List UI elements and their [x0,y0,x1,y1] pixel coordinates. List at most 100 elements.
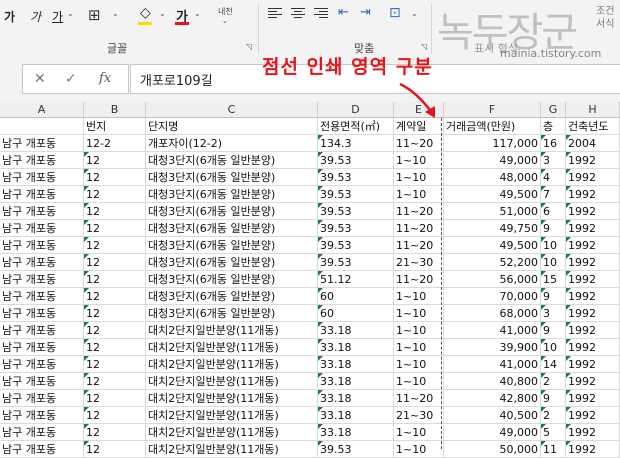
table-cell[interactable]: 2 [541,373,566,390]
table-cell[interactable]: 41,000 [444,356,541,373]
worksheet[interactable]: A B C D E F G H 번지 단지명 전용면적(㎡) 계약일 거래금액(만원) 층 건축년도 남구 개… [0,102,620,458]
table-cell[interactable]: 11~20 [394,135,444,152]
table-cell[interactable]: 1~10 [394,424,444,441]
table-cell[interactable]: 1992 [566,356,620,373]
table-cell[interactable]: 39.53 [318,220,394,237]
table-cell[interactable]: 3 [541,305,566,322]
table-cell[interactable]: 49,500 [444,186,541,203]
table-cell[interactable]: 39.53 [318,203,394,220]
table-cell[interactable]: 대치2단지일반분양(11개동) [146,424,318,441]
table-cell[interactable]: 14 [541,356,566,373]
table-cell[interactable]: 대청3단지(6개동 일반분양) [146,254,318,271]
table-cell[interactable]: 48,000 [444,169,541,186]
table-cell[interactable]: 1992 [566,220,620,237]
table-cell[interactable]: 70,000 [444,288,541,305]
table-cell[interactable]: 1~10 [394,441,444,458]
table-cell[interactable]: 남구 개포동 [0,407,84,424]
table-cell[interactable]: 33.18 [318,373,394,390]
chevron-down-icon[interactable]: ⌄ [112,9,119,18]
table-cell[interactable]: 10 [541,237,566,254]
conditional-format-label-2[interactable]: 서식 [596,15,614,30]
fx-button[interactable]: fx [99,71,111,86]
table-cell[interactable]: 33.18 [318,339,394,356]
align-right-icon[interactable] [314,8,328,20]
table-cell[interactable]: 41,000 [444,322,541,339]
table-header-cell[interactable] [0,118,84,135]
table-cell[interactable]: 49,000 [444,424,541,441]
table-cell[interactable]: 12 [84,322,146,339]
table-cell[interactable]: 60 [318,305,394,322]
table-cell[interactable]: 39,900 [444,339,541,356]
bold-button[interactable]: 가 [4,8,15,25]
table-cell[interactable]: 1992 [566,254,620,271]
table-cell[interactable]: 16 [541,135,566,152]
table-cell[interactable]: 1992 [566,339,620,356]
decrease-indent-icon[interactable]: ⇤ [338,5,349,20]
table-cell[interactable]: 2004 [566,135,620,152]
table-cell[interactable]: 12 [84,186,146,203]
fill-color-icon[interactable]: ◇ [140,5,151,21]
table-cell[interactable]: 남구 개포동 [0,220,84,237]
table-cell[interactable]: 12 [84,237,146,254]
table-cell[interactable]: 11~20 [394,203,444,220]
table-cell[interactable]: 1992 [566,424,620,441]
table-cell[interactable]: 1992 [566,441,620,458]
table-cell[interactable]: 남구 개포동 [0,169,84,186]
table-cell[interactable]: 12 [84,356,146,373]
table-cell[interactable]: 대청3단지(6개동 일반분양) [146,288,318,305]
table-cell[interactable]: 10 [541,339,566,356]
table-cell[interactable]: 2 [541,407,566,424]
table-cell[interactable]: 대치2단지일반분양(11개동) [146,407,318,424]
column-header-h[interactable]: H [566,102,620,118]
merge-center-icon[interactable]: ⊡ [389,5,401,21]
table-cell[interactable]: 9 [541,322,566,339]
table-cell[interactable]: 남구 개포동 [0,237,84,254]
table-cell[interactable]: 대청3단지(6개동 일반분양) [146,186,318,203]
dialog-launcher-icon[interactable]: ◹ [246,42,252,51]
table-cell[interactable]: 21~30 [394,254,444,271]
table-cell[interactable]: 49,000 [444,152,541,169]
table-cell[interactable]: 9 [541,390,566,407]
table-header-cell[interactable]: 전용면적(㎡) [318,118,394,135]
table-cell[interactable]: 1992 [566,237,620,254]
chevron-down-icon[interactable]: ⌄ [411,9,418,18]
close-icon[interactable]: ✕ [34,71,46,87]
table-cell[interactable]: 대청3단지(6개동 일반분양) [146,271,318,288]
table-cell[interactable]: 1992 [566,186,620,203]
table-cell[interactable]: 12 [84,254,146,271]
table-cell[interactable]: 9 [541,288,566,305]
table-cell[interactable]: 49,500 [444,237,541,254]
table-cell[interactable]: 56,000 [444,271,541,288]
table-cell[interactable]: 51.12 [318,271,394,288]
table-cell[interactable]: 남구 개포동 [0,186,84,203]
table-cell[interactable]: 12 [84,390,146,407]
phonetic-button[interactable]: 내천 [218,6,233,17]
table-cell[interactable]: 40,800 [444,373,541,390]
table-cell[interactable]: 1~10 [394,356,444,373]
table-cell[interactable]: 1992 [566,203,620,220]
table-cell[interactable]: 대치2단지일반분양(11개동) [146,373,318,390]
column-header-c[interactable]: C [146,102,318,118]
column-header-g[interactable]: G [541,102,566,118]
table-cell[interactable]: 117,000 [444,135,541,152]
table-cell[interactable]: 1992 [566,305,620,322]
table-cell[interactable]: 남구 개포동 [0,254,84,271]
table-cell[interactable]: 3 [541,152,566,169]
table-cell[interactable]: 11~20 [394,220,444,237]
table-cell[interactable]: 40,500 [444,407,541,424]
column-header-f[interactable]: F [444,102,541,118]
table-cell[interactable]: 60 [318,288,394,305]
table-cell[interactable]: 11~20 [394,271,444,288]
table-cell[interactable]: 개포자이(12-2) [146,135,318,152]
table-cell[interactable]: 남구 개포동 [0,339,84,356]
table-cell[interactable]: 39.53 [318,152,394,169]
table-cell[interactable]: 1992 [566,288,620,305]
table-cell[interactable]: 대치2단지일반분양(11개동) [146,356,318,373]
table-cell[interactable]: 33.18 [318,322,394,339]
table-cell[interactable]: 39.53 [318,186,394,203]
dialog-launcher-icon[interactable]: ◹ [421,42,427,51]
align-left-icon[interactable] [268,8,282,20]
table-cell[interactable]: 1992 [566,407,620,424]
table-cell[interactable]: 11~20 [394,390,444,407]
table-cell[interactable]: 12 [84,305,146,322]
